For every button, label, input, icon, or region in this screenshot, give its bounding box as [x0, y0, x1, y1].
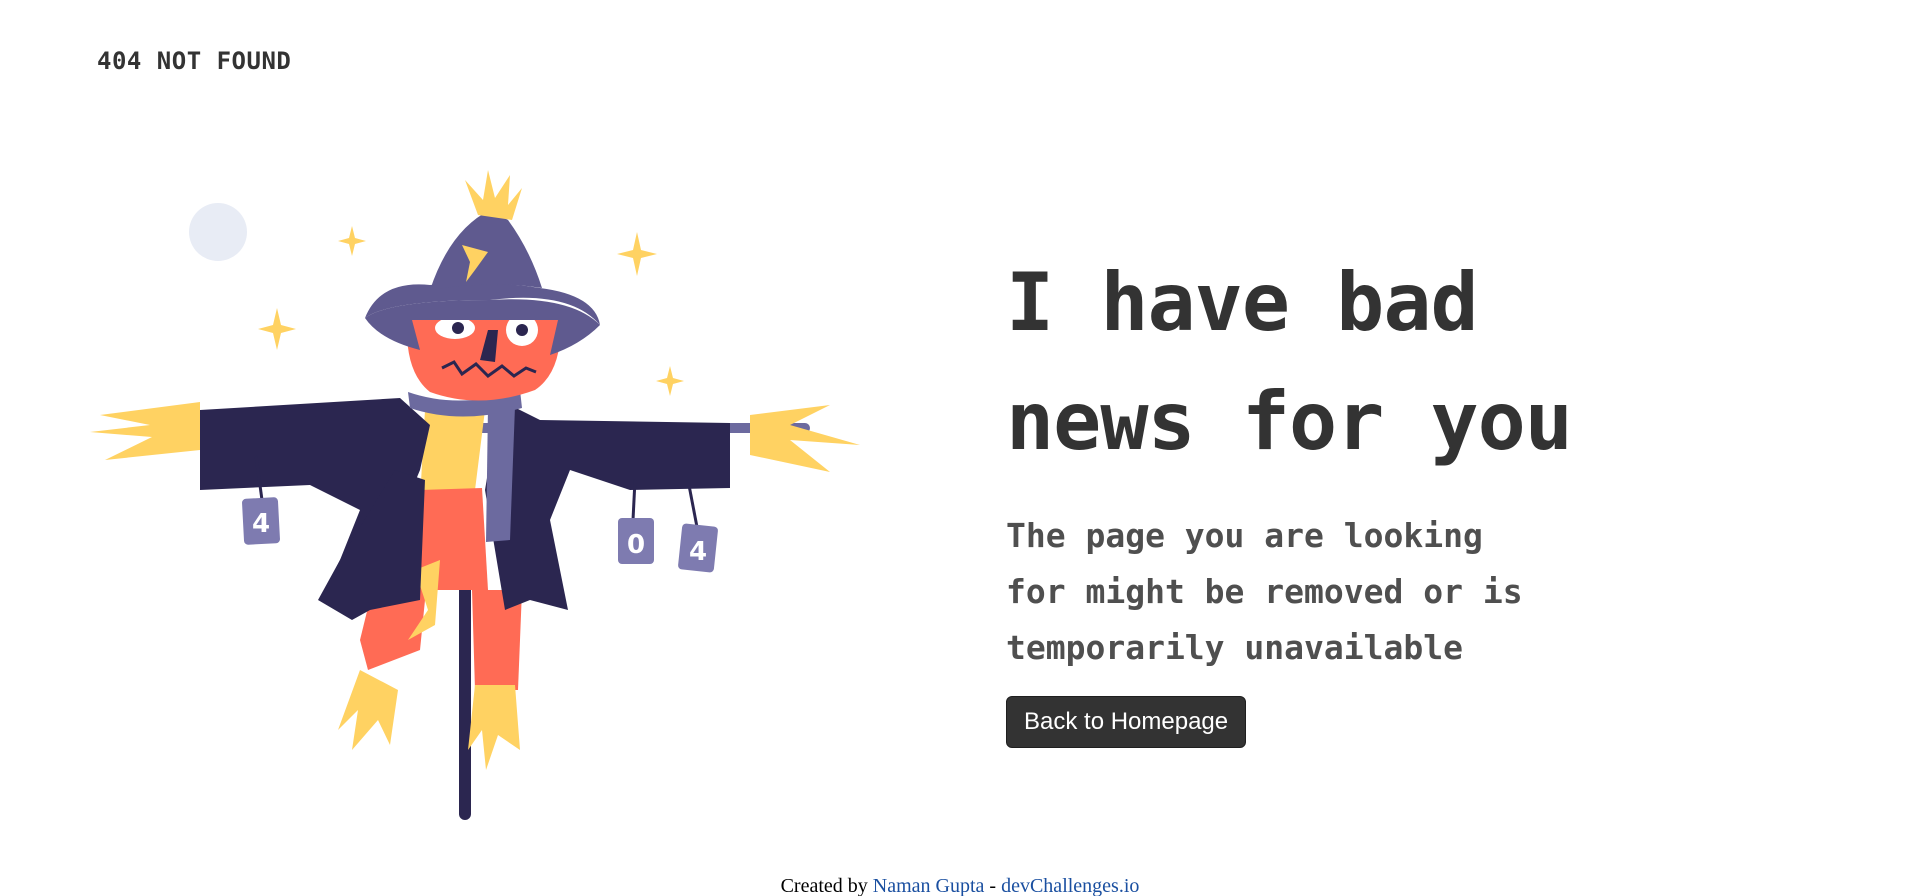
scarecrow-illustration: 4 0 4 — [90, 170, 870, 830]
page-headline: I have bad news for you — [1006, 256, 1573, 468]
pole — [459, 550, 471, 820]
can-label: 4 — [689, 537, 707, 567]
footer-site-link[interactable]: devChallenges.io — [1001, 875, 1139, 896]
sparkle-icon — [258, 308, 296, 350]
site-logo: 404 NOT FOUND — [97, 47, 292, 75]
footer-separator: - — [989, 875, 997, 896]
sparkle-icon — [656, 366, 684, 396]
can-label: 0 — [627, 530, 645, 560]
moon-icon — [189, 203, 247, 261]
can-label: 4 — [252, 509, 270, 539]
main-content: I have bad news for you The page you are… — [1006, 243, 1706, 748]
footer: Created by Naman Gupta - devChallenges.i… — [0, 875, 1920, 896]
page-description: The page you are looking for might be re… — [1006, 516, 1523, 667]
back-to-homepage-button[interactable]: Back to Homepage — [1006, 696, 1247, 748]
footer-created-by: Created by — [780, 875, 868, 896]
sparkle-icon — [338, 226, 366, 256]
footer-author-link[interactable]: Naman Gupta — [873, 875, 985, 896]
sparkle-icon — [617, 232, 657, 276]
